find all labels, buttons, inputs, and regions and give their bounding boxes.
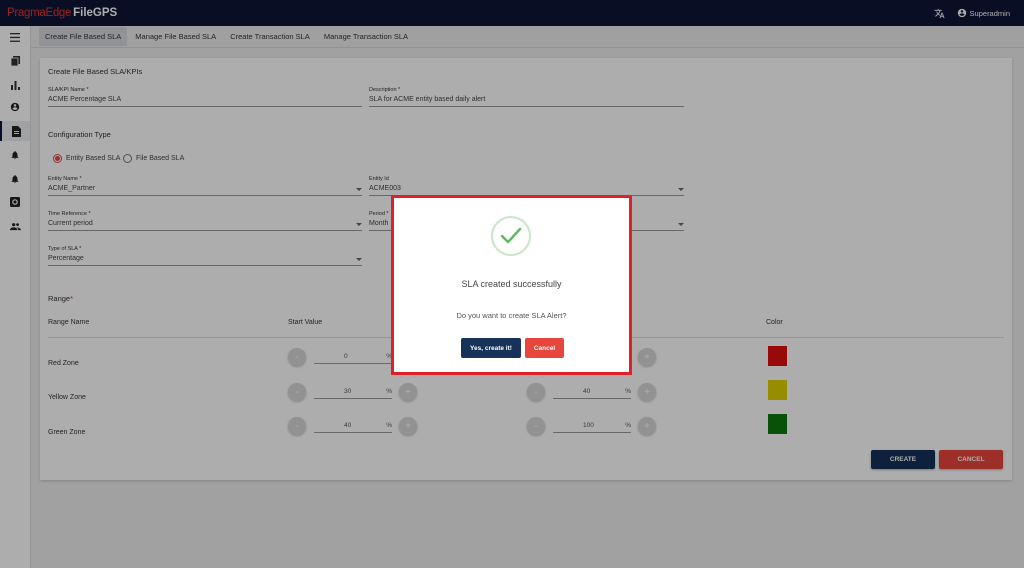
dialog-cancel-button[interactable]: Cancel — [525, 338, 564, 358]
confirm-create-alert-button[interactable]: Yes, create it! — [461, 338, 521, 358]
success-check-icon — [491, 216, 531, 256]
dialog-title: SLA created successfully — [461, 279, 562, 289]
success-dialog: SLA created successfully Do you want to … — [394, 198, 629, 372]
dialog-text: Do you want to create SLA Alert? — [456, 311, 567, 320]
